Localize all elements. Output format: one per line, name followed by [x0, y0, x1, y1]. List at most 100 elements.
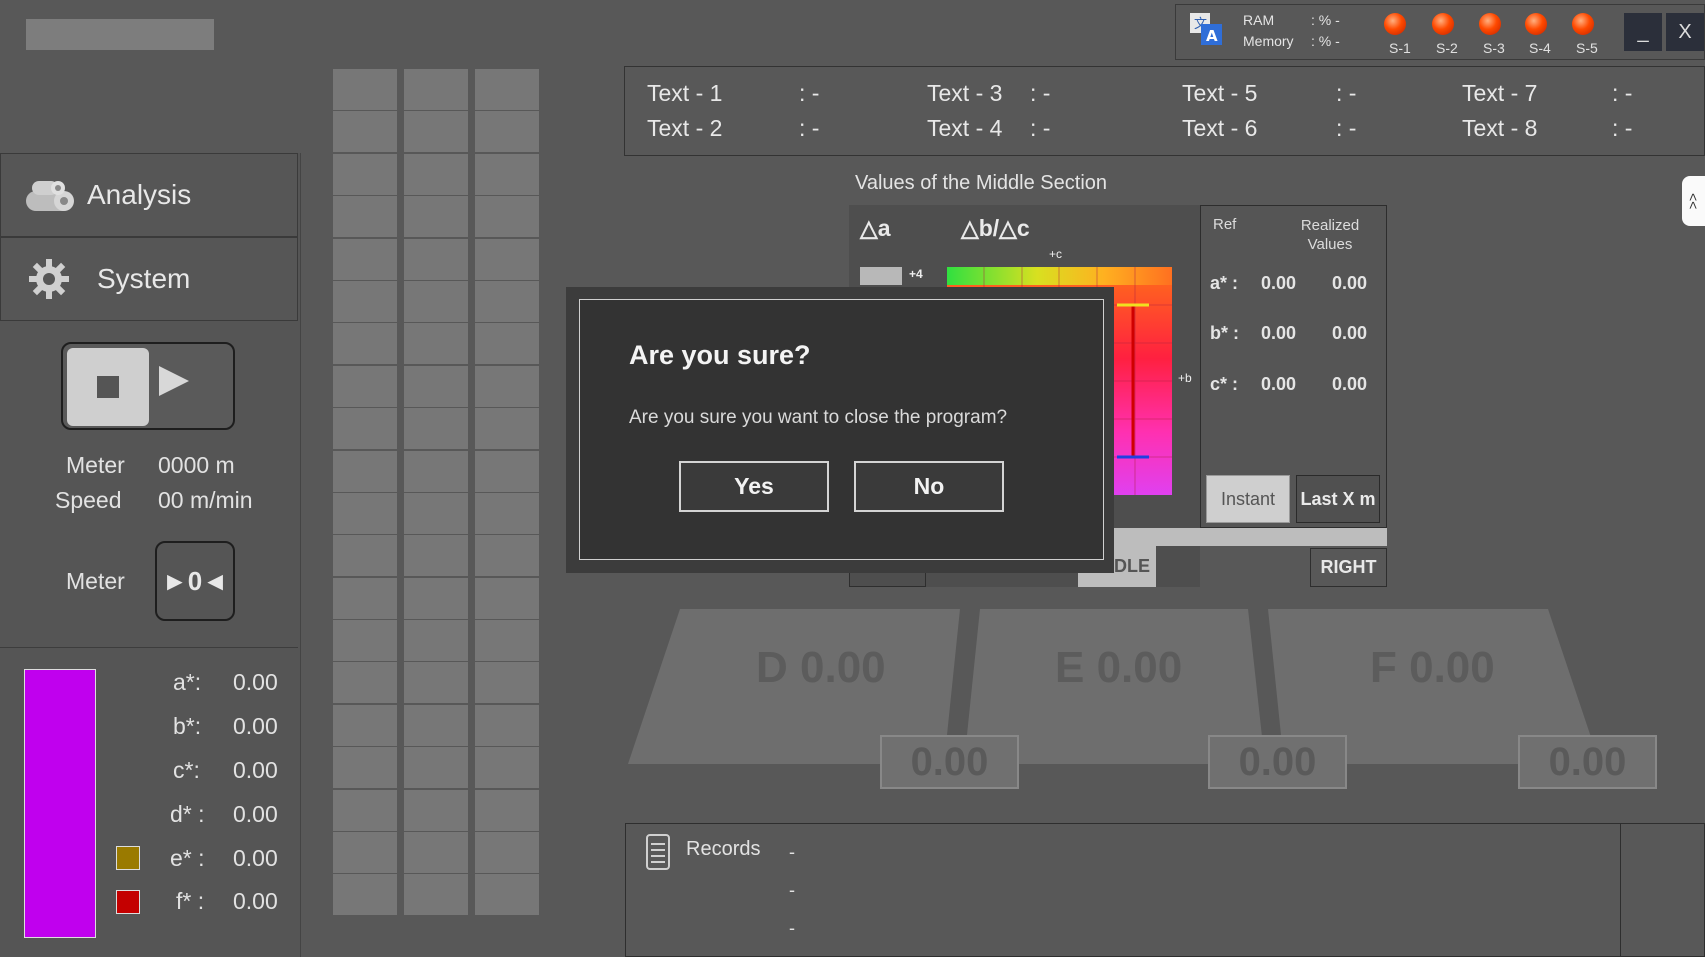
grid-cell	[333, 832, 397, 874]
sensor-label: S-4	[1529, 40, 1551, 56]
grid-cell	[475, 789, 539, 831]
record-line: -	[789, 918, 795, 938]
meter-reset-button[interactable]: ►0◄	[155, 541, 235, 621]
grid-cell	[333, 450, 397, 492]
nav-system-label: System	[97, 263, 191, 294]
grid-cell	[475, 111, 539, 153]
grid-cell	[404, 535, 468, 577]
sensor-label: S-2	[1436, 40, 1458, 56]
info-value: : -	[799, 115, 820, 141]
grid-cell	[475, 408, 539, 450]
middle-section-title: Values of the Middle Section	[855, 172, 1108, 194]
grid-cell	[404, 408, 468, 450]
records-divider	[1620, 823, 1621, 957]
info-value: : -	[1030, 115, 1051, 141]
grid-cell	[333, 196, 397, 238]
divider	[0, 647, 298, 648]
right-tab[interactable]: RIGHT	[1310, 548, 1387, 587]
grid-cell	[475, 492, 539, 534]
grid-cell	[333, 662, 397, 704]
document-icon	[646, 834, 670, 875]
ref-header: Ref	[1213, 216, 1237, 233]
grid-cell	[475, 238, 539, 280]
info-value: : -	[1336, 80, 1357, 106]
grid-cell	[404, 789, 468, 831]
grid-cell	[475, 196, 539, 238]
ram-label: RAM	[1243, 12, 1275, 28]
grid-cell	[404, 832, 468, 874]
grid-cell	[333, 577, 397, 619]
nav-system[interactable]: System	[0, 237, 298, 321]
info-label: Text - 1	[647, 80, 723, 106]
close-button[interactable]: X	[1666, 13, 1704, 51]
speed-label: Speed	[55, 487, 122, 513]
minimize-button[interactable]: _	[1624, 13, 1662, 51]
grid-cell	[404, 280, 468, 322]
nav-analysis-label: Analysis	[87, 179, 192, 210]
grid-cell	[404, 238, 468, 280]
info-value: : -	[1030, 80, 1051, 106]
grid-cell	[333, 747, 397, 789]
grid-cell	[404, 69, 468, 110]
yes-button[interactable]: Yes	[679, 461, 829, 512]
plus-b-label: +b	[1178, 371, 1192, 385]
info-value: : -	[1336, 115, 1357, 141]
grid-column-3	[475, 69, 539, 917]
grid-cell	[404, 196, 468, 238]
grid-cell	[475, 69, 539, 110]
info-label: Text - 2	[647, 115, 723, 141]
grid-cell	[475, 280, 539, 322]
row-label-a: a* :	[1210, 273, 1239, 293]
ref-value-b: 0.00	[1261, 323, 1297, 343]
no-button[interactable]: No	[854, 461, 1004, 512]
side-expand-tab[interactable]: <<	[1682, 176, 1705, 226]
play-button[interactable]	[159, 366, 189, 396]
info-label: Text - 4	[927, 115, 1003, 141]
instant-button[interactable]: Instant	[1206, 475, 1290, 523]
sensor-led-4	[1525, 13, 1547, 35]
svg-text:A: A	[1206, 27, 1218, 45]
sensor-led-1	[1384, 13, 1406, 35]
info-label: Text - 6	[1182, 115, 1258, 141]
grid-cell	[404, 747, 468, 789]
value-d: 0.00	[233, 801, 278, 827]
color-bar	[24, 669, 96, 938]
grid-cell	[475, 747, 539, 789]
value-label-d: d* :	[170, 801, 205, 827]
row-label-b: b* :	[1210, 323, 1239, 343]
grid-cell	[333, 704, 397, 746]
value-label-b: b*:	[173, 713, 202, 739]
records-title: Records	[686, 838, 761, 860]
value-b: 0.00	[233, 713, 278, 739]
sensor-label: S-5	[1576, 40, 1598, 56]
translate-icon[interactable]: 文 A	[1188, 11, 1224, 52]
play-stop-group	[61, 342, 235, 430]
meter-label: Meter	[66, 452, 125, 478]
grid-cell	[404, 874, 468, 916]
value-label-c: c*:	[173, 757, 200, 783]
grid-cell	[404, 492, 468, 534]
grid-cell	[475, 704, 539, 746]
meter-value: 0000 m	[158, 452, 235, 478]
ref-value-a: 0.00	[1261, 273, 1297, 293]
records-panel: Records - - -	[625, 823, 1705, 957]
grid-cell	[475, 323, 539, 365]
grid-cell	[475, 535, 539, 577]
lane-value-d: 0.00	[880, 735, 1019, 789]
last-x-m-button[interactable]: Last X m	[1296, 475, 1380, 523]
grid-cell	[475, 153, 539, 195]
info-label: Text - 3	[927, 80, 1003, 106]
stop-button[interactable]	[67, 348, 149, 426]
nav-analysis[interactable]: Analysis	[0, 153, 298, 237]
delta-bc-label: △b/△c	[961, 215, 1030, 241]
grid-cell	[333, 789, 397, 831]
value-f: 0.00	[233, 888, 278, 914]
grid-cell	[404, 704, 468, 746]
stop-icon	[97, 376, 119, 398]
lane-value-e: 0.00	[1208, 735, 1347, 789]
grid-cell	[333, 153, 397, 195]
grid-cell	[475, 662, 539, 704]
gear-icon	[23, 253, 75, 305]
value-label-e: e* :	[170, 845, 205, 871]
grid-cell	[404, 323, 468, 365]
